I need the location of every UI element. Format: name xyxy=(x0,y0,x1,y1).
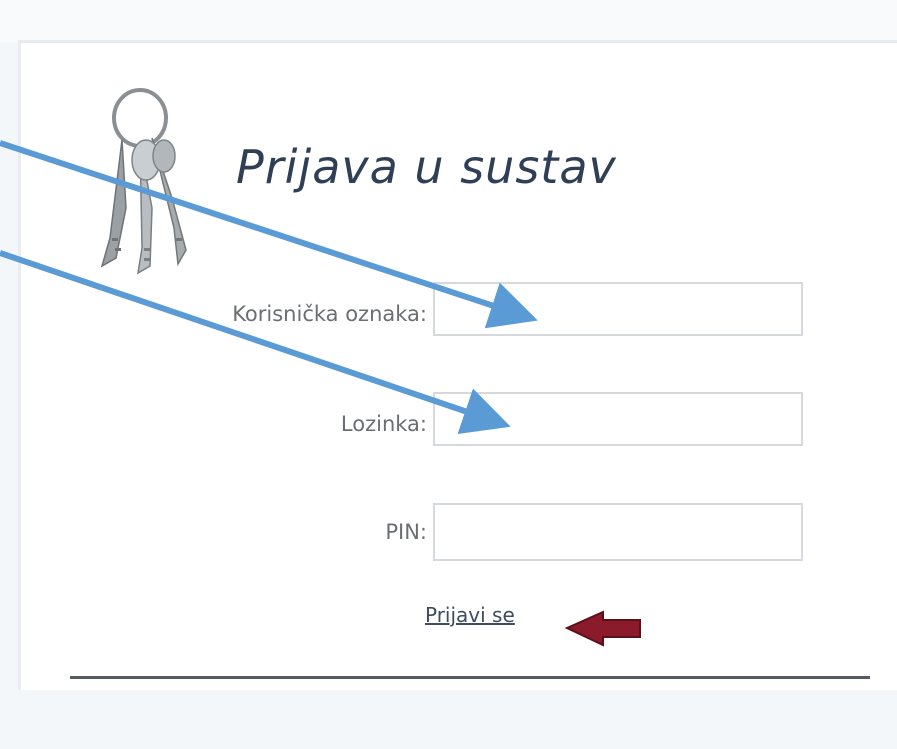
footer-area xyxy=(0,690,897,749)
username-field[interactable] xyxy=(433,282,803,336)
top-strip xyxy=(0,0,897,42)
keys-icon xyxy=(100,88,187,275)
login-screen: Prijava u sustav Korisnička oznaka: Lozi… xyxy=(0,0,897,749)
page-title: Prijava u sustav xyxy=(236,140,617,194)
login-submit-link[interactable]: Prijavi se xyxy=(425,603,515,627)
divider xyxy=(70,676,870,679)
pin-label: PIN: xyxy=(385,520,427,544)
password-field[interactable] xyxy=(433,392,803,446)
pin-field[interactable] xyxy=(433,503,803,561)
password-label: Lozinka: xyxy=(340,412,427,436)
username-label: Korisnička oznaka: xyxy=(232,302,427,326)
